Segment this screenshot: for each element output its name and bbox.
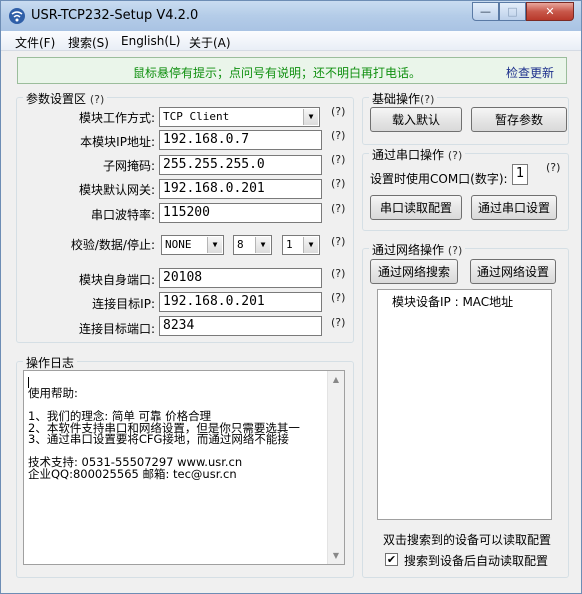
- baud-rate-input[interactable]: 115200: [159, 203, 322, 223]
- log-line: 企业QQ:800025565 邮箱: tec@usr.cn: [28, 466, 237, 481]
- check-update-link[interactable]: 检查更新: [506, 64, 554, 81]
- app-window: USR-TCP232-Setup V4.2.0 — □ ✕ 文件(F) 搜索(S…: [0, 0, 582, 594]
- basic-ops-legend: 基础操作(?): [369, 90, 438, 107]
- parity-value: NONE: [165, 238, 192, 251]
- help-icon[interactable]: (?): [331, 267, 345, 280]
- local-port-input[interactable]: 20108: [159, 268, 322, 288]
- dblclick-hint: 双击搜索到的设备可以读取配置: [383, 533, 552, 547]
- device-list[interactable]: 模块设备IP : MAC地址: [377, 289, 552, 520]
- help-icon[interactable]: (?): [546, 161, 560, 174]
- serial-read-config-button[interactable]: 串口读取配置: [370, 195, 462, 220]
- baud-rate-label: 串口波特率:: [90, 208, 155, 222]
- load-default-button[interactable]: 载入默认: [370, 107, 462, 132]
- subnet-mask-input[interactable]: 255.255.255.0: [159, 155, 322, 175]
- menu-file[interactable]: 文件(F): [15, 34, 55, 51]
- help-icon[interactable]: (?): [331, 291, 345, 304]
- work-mode-label: 模块工作方式:: [78, 111, 155, 125]
- hint-text: 鼠标悬停有提示；点问号有说明；还不明白再打电话。: [133, 66, 422, 80]
- menu-about[interactable]: 关于(A): [189, 34, 231, 51]
- params-help-icon[interactable]: (?): [90, 93, 104, 106]
- log-textarea[interactable]: 使用帮助: 1、我们的理念: 简单 可靠 价格合理 2、本软件支持串口和网络设置…: [23, 370, 345, 565]
- basic-ops-legend-text: 基础操作: [372, 92, 421, 106]
- network-ops-help-icon[interactable]: (?): [448, 244, 462, 257]
- network-set-button[interactable]: 通过网络设置: [470, 259, 556, 284]
- help-icon[interactable]: (?): [331, 235, 345, 248]
- network-search-button[interactable]: 通过网络搜索: [370, 259, 458, 284]
- serial-format-label: 校验/数据/停止:: [70, 238, 155, 252]
- parity-select[interactable]: NONE ▼: [161, 235, 224, 255]
- target-port-input[interactable]: 8234: [159, 316, 322, 336]
- subnet-mask-label: 子网掩码:: [102, 159, 155, 173]
- save-params-button[interactable]: 暂存参数: [471, 107, 567, 132]
- target-ip-label: 连接目标IP:: [92, 297, 155, 311]
- help-icon[interactable]: (?): [331, 316, 345, 329]
- serial-ops-legend-text: 通过串口操作: [372, 148, 445, 162]
- data-bits-value: 8: [237, 238, 244, 251]
- app-icon: [9, 8, 25, 24]
- help-icon[interactable]: (?): [331, 105, 345, 118]
- target-ip-input[interactable]: 192.168.0.201: [159, 292, 322, 312]
- chevron-down-icon: ▼: [303, 237, 318, 253]
- auto-read-checkbox[interactable]: ✔: [385, 553, 398, 566]
- minimize-icon: —: [480, 5, 491, 18]
- auto-read-label[interactable]: 搜索到设备后自动读取配置: [404, 552, 548, 569]
- log-line: 3、通过串口设置要将CFG接地，而通过网络不能接: [28, 432, 289, 446]
- serial-ops-help-icon[interactable]: (?): [448, 149, 462, 162]
- close-icon: ✕: [545, 5, 555, 18]
- maximize-icon: □: [507, 5, 518, 18]
- gateway-input[interactable]: 192.168.0.201: [159, 179, 322, 199]
- scroll-down-icon[interactable]: ▼: [328, 547, 344, 564]
- serial-ops-legend: 通过串口操作 (?): [369, 146, 466, 163]
- module-ip-input[interactable]: 192.168.0.7: [159, 130, 322, 150]
- work-mode-value: TCP Client: [163, 110, 230, 123]
- log-lines: 使用帮助: 1、我们的理念: 简单 可靠 价格合理 2、本软件支持串口和网络设置…: [28, 377, 326, 480]
- scroll-up-icon[interactable]: ▲: [328, 371, 344, 388]
- close-button[interactable]: ✕: [526, 2, 574, 21]
- help-icon[interactable]: (?): [331, 202, 345, 215]
- log-legend: 操作日志: [23, 354, 78, 371]
- maximize-button[interactable]: □: [499, 2, 526, 21]
- hint-bar: 鼠标悬停有提示；点问号有说明；还不明白再打电话。 检查更新: [17, 57, 567, 84]
- gateway-label: 模块默认网关:: [78, 183, 155, 197]
- help-icon[interactable]: (?): [331, 153, 345, 166]
- help-icon[interactable]: (?): [331, 177, 345, 190]
- chevron-down-icon: ▼: [255, 237, 270, 253]
- menu-english[interactable]: English(L): [121, 34, 180, 48]
- menu-search[interactable]: 搜索(S): [68, 34, 109, 51]
- chevron-down-icon: ▼: [303, 109, 318, 125]
- module-ip-label: 本模块IP地址:: [80, 135, 155, 149]
- title-bar[interactable]: USR-TCP232-Setup V4.2.0 — □ ✕: [1, 1, 581, 31]
- basic-ops-help-icon[interactable]: (?): [420, 93, 434, 106]
- params-legend-text: 参数设置区: [26, 92, 87, 106]
- window-title: USR-TCP232-Setup V4.2.0: [31, 8, 199, 23]
- work-mode-select[interactable]: TCP Client ▼: [159, 107, 320, 127]
- stop-bits-value: 1: [286, 238, 293, 251]
- params-legend: 参数设置区 (?): [23, 90, 108, 107]
- com-port-input[interactable]: 1: [512, 164, 528, 185]
- minimize-button[interactable]: —: [472, 2, 499, 21]
- target-port-label: 连接目标端口:: [78, 322, 155, 336]
- log-line: 使用帮助:: [28, 386, 78, 400]
- log-scrollbar[interactable]: ▲ ▼: [327, 371, 344, 564]
- local-port-label: 模块自身端口:: [78, 273, 155, 287]
- network-ops-legend-text: 通过网络操作: [372, 243, 445, 257]
- com-port-label: 设置时使用COM口(数字):: [370, 172, 508, 186]
- device-list-header: 模块设备IP : MAC地址: [392, 295, 514, 309]
- chevron-down-icon: ▼: [207, 237, 222, 253]
- menu-bar: 文件(F) 搜索(S) English(L) 关于(A): [1, 31, 581, 51]
- help-icon[interactable]: (?): [331, 129, 345, 142]
- serial-set-button[interactable]: 通过串口设置: [471, 195, 557, 220]
- data-bits-select[interactable]: 8 ▼: [233, 235, 272, 255]
- stop-bits-select[interactable]: 1 ▼: [282, 235, 320, 255]
- network-ops-legend: 通过网络操作 (?): [369, 241, 466, 258]
